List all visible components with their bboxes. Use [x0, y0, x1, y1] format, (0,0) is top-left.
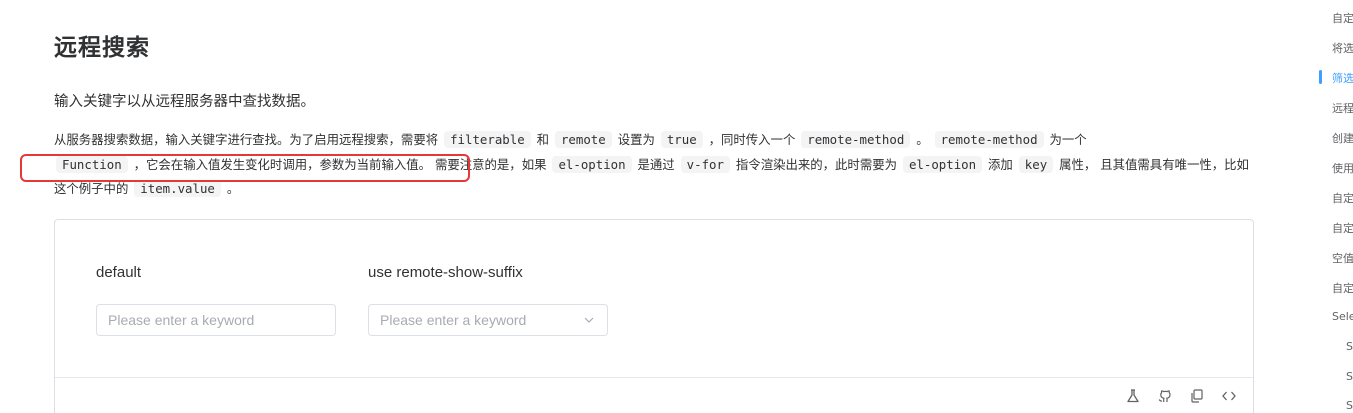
- demo-divider: [55, 377, 1253, 378]
- toc-item[interactable]: 空值: [1332, 250, 1353, 266]
- toc-item[interactable]: 自定: [1332, 280, 1353, 296]
- desc-text: 和: [536, 132, 550, 147]
- copy-icon[interactable]: [1189, 388, 1205, 404]
- code-el-option: el-option: [552, 155, 632, 173]
- desc-text: 添加: [988, 156, 1013, 172]
- code-function: Function: [56, 155, 128, 173]
- remote-select-suffix[interactable]: [368, 304, 608, 336]
- toc-item[interactable]: 创建: [1332, 130, 1353, 146]
- desc-text: 是通过: [637, 156, 675, 172]
- toc-item-active[interactable]: 筛选: [1332, 70, 1353, 86]
- code-v-for: v-for: [680, 155, 730, 173]
- demo-default: default: [96, 264, 336, 336]
- code-filterable: filterable: [444, 131, 531, 148]
- demo-block: default use remote-show-suffix: [54, 219, 1254, 413]
- code-key: key: [1018, 155, 1054, 173]
- demo-remote-suffix: use remote-show-suffix: [368, 264, 608, 336]
- chevron-down-icon: [584, 317, 594, 323]
- toc-item[interactable]: 自定: [1332, 10, 1353, 26]
- toc-item[interactable]: 使用: [1332, 160, 1353, 176]
- toc-item[interactable]: Sele: [1332, 310, 1353, 323]
- page: 远程搜索 输入关键字以从远程服务器中查找数据。 从服务器搜索数据，输入关键字进行…: [0, 0, 1353, 413]
- keyword-input[interactable]: [380, 312, 596, 328]
- remote-select-default[interactable]: [96, 304, 336, 336]
- code-item-value: item.value: [134, 180, 221, 197]
- code-remote-method: remote-method: [801, 131, 911, 148]
- desc-text: ，它会在输入值发生变化时调用，参数为当前输入值。: [133, 156, 432, 172]
- demo-label-suffix: use remote-show-suffix: [368, 264, 523, 281]
- desc-text: 设置为: [617, 132, 655, 147]
- desc-text: 。: [916, 132, 929, 147]
- flask-icon[interactable]: [1125, 388, 1141, 404]
- toc-item[interactable]: 远程: [1332, 100, 1353, 116]
- demo-toolbar: [1125, 388, 1237, 404]
- toc-item[interactable]: 自定: [1332, 190, 1353, 206]
- code-icon[interactable]: [1221, 388, 1237, 404]
- desc-text: 从服务器搜索数据，输入关键字进行查找。为了启用远程搜索，需要将: [54, 132, 439, 147]
- keyword-input[interactable]: [108, 312, 324, 328]
- lead-text: 输入关键字以从远程服务器中查找数据。: [54, 94, 315, 110]
- code-true: true: [660, 131, 703, 148]
- toc-item[interactable]: S: [1346, 340, 1353, 353]
- desc-text: ，同时传入一个: [708, 132, 796, 147]
- toc-item[interactable]: 将选: [1332, 40, 1353, 56]
- code-remote-method: remote-method: [934, 131, 1044, 148]
- demo-label-default: default: [96, 264, 142, 281]
- toc-item[interactable]: 自定: [1332, 220, 1353, 236]
- code-el-option: el-option: [902, 155, 983, 173]
- page-title: 远程搜索: [54, 35, 150, 61]
- desc-text: 为一个: [1049, 132, 1087, 147]
- toc-item[interactable]: S: [1346, 370, 1353, 383]
- github-icon[interactable]: [1157, 388, 1173, 404]
- description: 从服务器搜索数据，输入关键字进行查找。为了启用远程搜索，需要将 filterab…: [54, 128, 1250, 202]
- desc-text: 需要注意的是，如果: [434, 156, 547, 172]
- code-remote: remote: [554, 131, 612, 148]
- desc-text: 。: [226, 181, 240, 196]
- desc-text: 指令渲染出来的，此时需要为: [735, 156, 897, 172]
- toc-sidebar: 自定 将选 筛选 远程 创建 使用 自定 自定 空值 自定 Sele S S S: [1318, 0, 1353, 413]
- toc-item[interactable]: S: [1346, 399, 1353, 412]
